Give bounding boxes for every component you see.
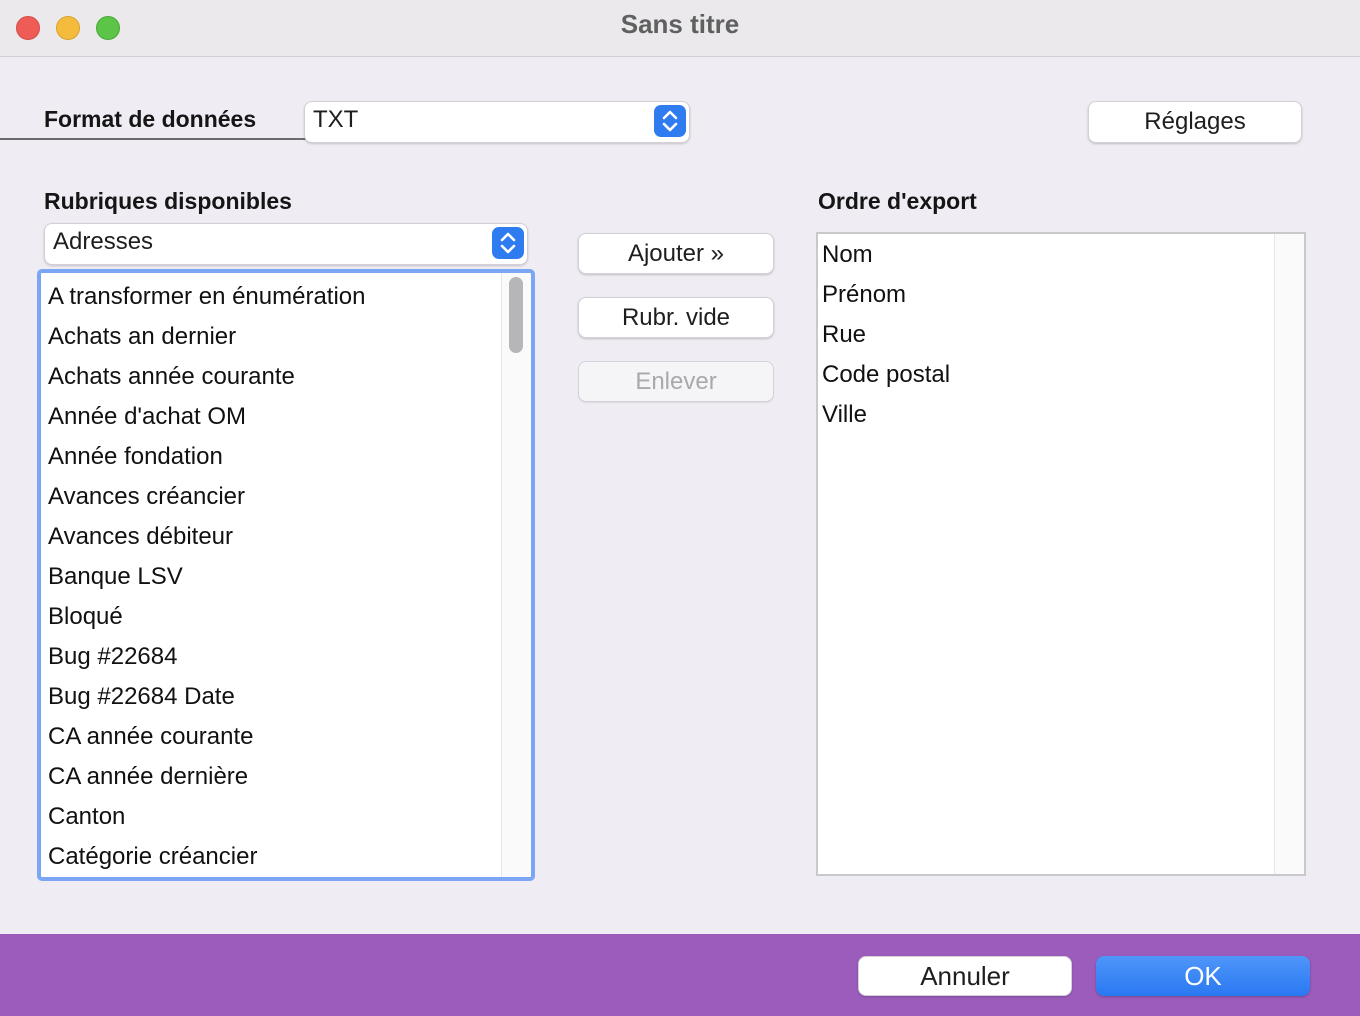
available-list-scroll-thumb[interactable] <box>509 277 523 353</box>
settings-button[interactable]: Réglages <box>1088 101 1302 143</box>
list-item[interactable]: Ville <box>822 395 1262 435</box>
chevron-up-down-icon <box>492 227 524 259</box>
format-tab-underline <box>0 138 306 140</box>
remove-field-button[interactable]: Enlever <box>578 361 774 402</box>
list-item[interactable]: Bug #22684 <box>48 637 498 677</box>
list-item[interactable]: Bloqué <box>48 597 498 637</box>
window-title: Sans titre <box>620 9 740 39</box>
available-fields-list[interactable]: A transformer en énumération Achats an d… <box>37 269 535 881</box>
available-list-scrollbar[interactable] <box>501 273 531 877</box>
dialog-footer: Annuler OK <box>0 934 1360 1016</box>
format-popup-value: TXT <box>313 106 359 133</box>
available-fields-items: A transformer en énumération Achats an d… <box>48 277 498 877</box>
list-item[interactable]: Code postal <box>822 355 1262 395</box>
list-item[interactable]: Bug #22684 Date <box>48 677 498 717</box>
export-order-items: Nom Prénom Rue Code postal Ville <box>822 235 1262 435</box>
list-item[interactable]: Banque LSV <box>48 557 498 597</box>
format-popup[interactable]: TXT <box>304 101 690 143</box>
list-item[interactable]: Canton <box>48 797 498 837</box>
list-item[interactable]: Avances créancier <box>48 477 498 517</box>
list-item[interactable]: CA année dernière <box>48 757 498 797</box>
available-fields-heading: Rubriques disponibles <box>44 188 292 214</box>
list-item[interactable]: Avances débiteur <box>48 517 498 557</box>
list-item[interactable]: Nom <box>822 235 1262 275</box>
export-list-scrollbar[interactable] <box>1274 234 1304 874</box>
export-order-heading: Ordre d'export <box>818 188 977 214</box>
list-item[interactable]: Achats an dernier <box>48 317 498 357</box>
ok-button[interactable]: OK <box>1096 956 1310 996</box>
chevron-up-down-icon <box>654 105 686 137</box>
export-order-list[interactable]: Nom Prénom Rue Code postal Ville <box>816 232 1306 876</box>
list-item[interactable]: Année d'achat OM <box>48 397 498 437</box>
cancel-button[interactable]: Annuler <box>858 956 1072 996</box>
list-item[interactable]: Année fondation <box>48 437 498 477</box>
list-item[interactable]: CA année courante <box>48 717 498 757</box>
source-table-popup[interactable]: Adresses <box>44 223 528 265</box>
source-table-value: Adresses <box>53 228 154 255</box>
list-item[interactable]: Rue <box>822 315 1262 355</box>
add-field-button[interactable]: Ajouter » <box>578 233 774 274</box>
list-item[interactable]: Prénom <box>822 275 1262 315</box>
list-item[interactable]: Achats année courante <box>48 357 498 397</box>
window-titlebar: Sans titre <box>0 0 1360 57</box>
empty-field-button[interactable]: Rubr. vide <box>578 297 774 338</box>
format-label: Format de données <box>44 106 257 132</box>
list-item[interactable]: A transformer en énumération <box>48 277 498 317</box>
list-item[interactable]: Catégorie créancier <box>48 837 498 877</box>
